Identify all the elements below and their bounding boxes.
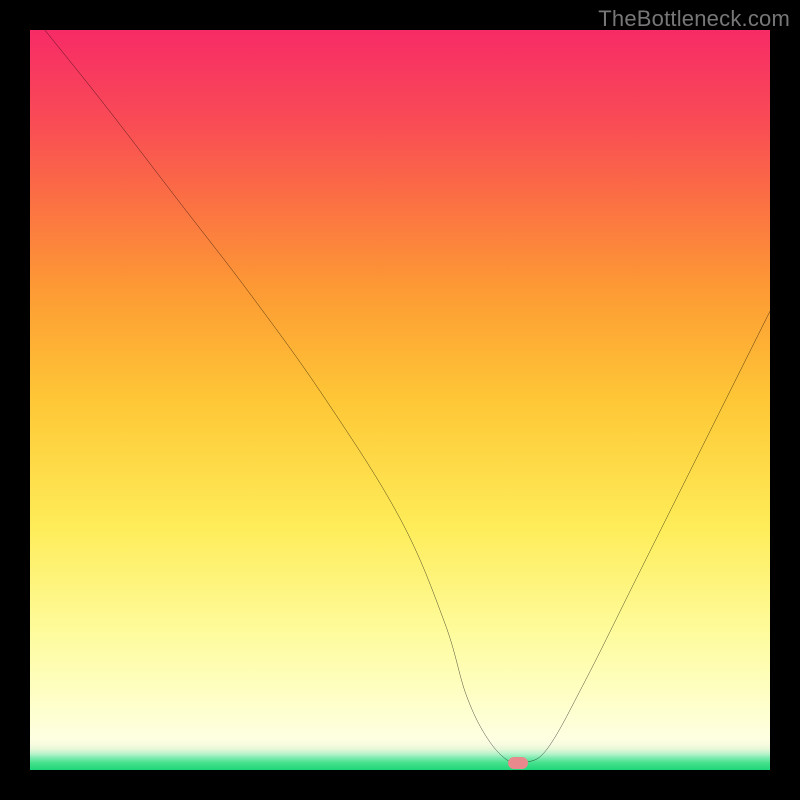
bottleneck-curve	[30, 30, 770, 770]
watermark-text: TheBottleneck.com	[598, 6, 790, 32]
optimal-marker	[508, 757, 528, 769]
chart-frame: TheBottleneck.com	[0, 0, 800, 800]
plot-area	[30, 30, 770, 770]
